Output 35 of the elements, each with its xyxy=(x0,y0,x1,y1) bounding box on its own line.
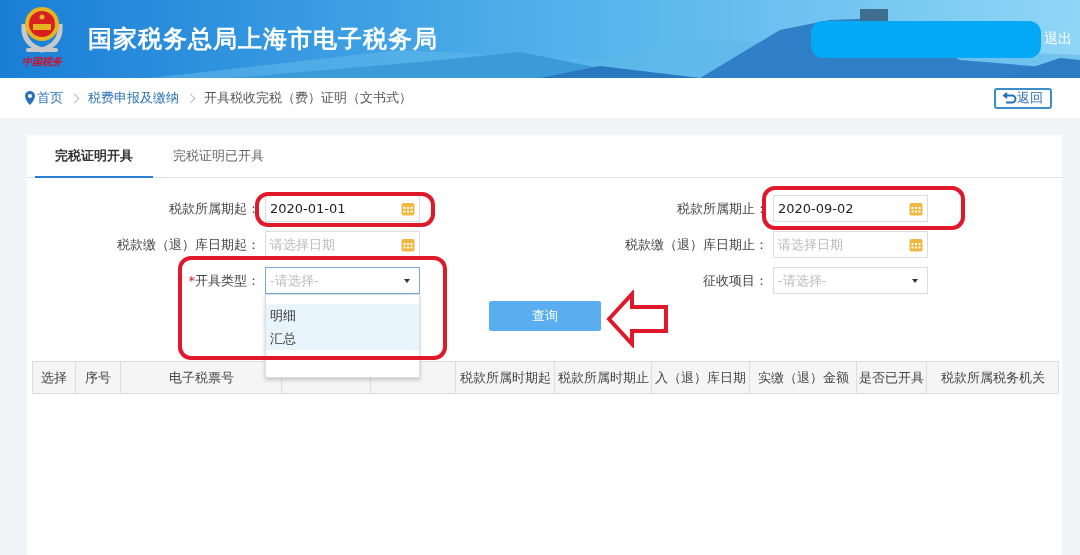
column-header: 选择 xyxy=(33,362,76,393)
dropdown-option[interactable]: 汇总 xyxy=(266,327,419,350)
back-button[interactable]: 返回 xyxy=(994,87,1052,109)
calendar-icon[interactable] xyxy=(401,237,415,252)
caret-icon[interactable] xyxy=(404,278,410,283)
dropdown-option[interactable]: 明细 xyxy=(266,304,419,327)
field-label: 税款缴（退）库日期起： xyxy=(116,235,261,254)
field-label: 税款缴（退）库日期止： xyxy=(624,235,769,254)
logo-text: 中国税务 xyxy=(22,56,62,68)
column-header: 序号 xyxy=(76,362,121,393)
field-label: 税款所属期起： xyxy=(168,199,261,218)
tab[interactable]: 完税证明开具 xyxy=(35,135,153,178)
date-field[interactable]: 2020-09-02 xyxy=(773,195,928,222)
column-header: 是否已开具 xyxy=(857,362,927,393)
site-title: 国家税务总局上海市电子税务局 xyxy=(88,24,438,55)
column-header: 税款所属时期止 xyxy=(555,362,652,393)
undo-icon xyxy=(1003,92,1017,104)
tab[interactable]: 完税证明已开具 xyxy=(153,135,284,177)
date-field[interactable]: 2020-01-01 xyxy=(265,195,420,222)
field-label: 税款所属期止： xyxy=(676,199,769,218)
calendar-icon[interactable] xyxy=(909,237,923,252)
caret-icon[interactable] xyxy=(912,278,918,283)
column-header: 税款所属税务机关 xyxy=(939,368,1046,387)
breadcrumb-link[interactable]: 首页 xyxy=(37,89,63,107)
breadcrumb-current: 开具税收完税（费）证明（文书式） xyxy=(204,89,412,107)
column-header: 税款所属时期起 xyxy=(456,362,555,393)
calendar-icon[interactable] xyxy=(401,201,415,216)
column-header: 实缴（退）金额 xyxy=(750,362,857,393)
column-header: 入（退）库日期 xyxy=(652,362,750,393)
location-pin-icon xyxy=(25,91,35,105)
field-label: 征收项目： xyxy=(702,271,769,290)
calendar-icon[interactable] xyxy=(909,201,923,216)
field-label: *开具类型： xyxy=(187,271,261,290)
arrow-annotation xyxy=(606,290,670,348)
breadcrumb-link[interactable]: 税费申报及缴纳 xyxy=(88,89,179,107)
